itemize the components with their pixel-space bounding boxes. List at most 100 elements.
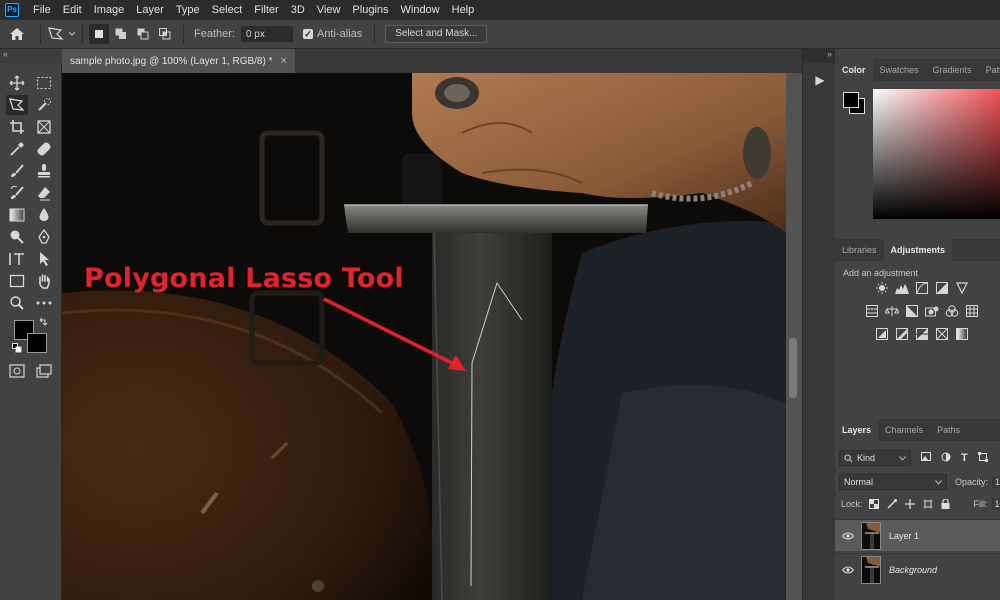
filter-pixel-button[interactable] (921, 452, 931, 464)
quick-selection-tool[interactable] (33, 95, 55, 115)
filter-shape-button[interactable] (977, 451, 988, 465)
tab-paths[interactable]: Paths (930, 419, 967, 441)
close-icon[interactable]: × (280, 55, 286, 67)
tab-swatches[interactable]: Swatches (873, 59, 926, 81)
menu-layer[interactable]: Layer (130, 0, 170, 20)
channel-mixer-icon[interactable] (945, 304, 959, 318)
subtract-from-selection-button[interactable] (133, 24, 153, 44)
lock-all-icon[interactable] (941, 499, 950, 509)
opacity-input[interactable]: 10 (992, 476, 1000, 488)
lock-position-icon[interactable] (904, 499, 915, 509)
tab-gradients[interactable]: Gradients (926, 59, 979, 81)
hue-saturation-icon[interactable] (865, 304, 879, 318)
rectangle-tool[interactable] (6, 271, 28, 291)
blend-mode-dropdown[interactable]: Normal (839, 474, 947, 490)
move-tool[interactable] (6, 73, 28, 93)
tab-adjustments[interactable]: Adjustments (883, 239, 953, 261)
crop-tool[interactable] (6, 117, 28, 137)
layer-row-layer-1[interactable]: Layer 1 (835, 519, 1000, 551)
play-icon[interactable]: ▶ (811, 71, 829, 89)
clone-stamp-tool[interactable] (33, 161, 55, 181)
color-picker-field[interactable] (873, 89, 1000, 219)
color-balance-icon[interactable] (885, 304, 899, 318)
add-to-selection-button[interactable] (111, 24, 131, 44)
type-tool[interactable] (6, 249, 28, 269)
background-color-swatch[interactable] (27, 333, 47, 353)
invert-icon[interactable] (875, 327, 889, 341)
black-white-icon[interactable] (905, 304, 919, 318)
swap-colors-button[interactable] (38, 317, 48, 331)
hand-tool[interactable] (33, 271, 55, 291)
select-and-mask-button[interactable]: Select and Mask... (385, 25, 488, 43)
tool-preset-picker[interactable] (47, 26, 76, 42)
exposure-icon[interactable] (935, 281, 949, 295)
color-lookup-icon[interactable] (965, 304, 979, 318)
menu-select[interactable]: Select (206, 0, 249, 20)
menu-3d[interactable]: 3D (285, 0, 311, 20)
threshold-icon[interactable] (915, 327, 929, 341)
polygonal-lasso-tool[interactable] (6, 95, 28, 115)
zoom-tool[interactable] (6, 293, 28, 313)
selective-color-icon[interactable] (935, 327, 949, 341)
menu-file[interactable]: File (27, 0, 57, 20)
visibility-eye-icon[interactable] (835, 529, 861, 543)
menu-view[interactable]: View (311, 0, 347, 20)
home-button[interactable] (0, 27, 34, 41)
fill-input[interactable]: 10 (991, 498, 1000, 510)
intersect-selection-button[interactable] (155, 24, 175, 44)
photoshop-logo-icon[interactable]: Ps (5, 3, 19, 17)
menu-edit[interactable]: Edit (57, 0, 88, 20)
menu-image[interactable]: Image (88, 0, 131, 20)
eraser-tool[interactable] (33, 183, 55, 203)
layer-kind-dropdown[interactable]: Kind (839, 450, 911, 466)
vibrance-icon[interactable] (955, 281, 969, 295)
toolbar-collapse-button[interactable]: « (0, 49, 62, 63)
blur-tool[interactable] (33, 205, 55, 225)
menu-help[interactable]: Help (446, 0, 481, 20)
layer-row-background[interactable]: Background (835, 553, 1000, 585)
curves-icon[interactable] (915, 281, 929, 295)
document-tab[interactable]: sample photo.jpg @ 100% (Layer 1, RGB/8)… (62, 49, 295, 73)
tab-layers[interactable]: Layers (835, 419, 879, 441)
scrollbar-thumb[interactable] (789, 338, 797, 398)
color-foreground-swatch[interactable] (843, 92, 859, 108)
new-selection-button[interactable] (89, 24, 109, 44)
path-selection-tool[interactable] (33, 249, 55, 269)
menu-type[interactable]: Type (170, 0, 206, 20)
document-canvas[interactable]: Polygonal Lasso Tool (62, 73, 786, 600)
screen-mode-button[interactable] (33, 361, 55, 381)
healing-brush-tool[interactable] (33, 139, 55, 159)
filter-type-icon[interactable]: T (961, 452, 968, 464)
photo-filter-icon[interactable] (925, 304, 939, 318)
pen-tool[interactable] (33, 227, 55, 247)
history-brush-tool[interactable] (6, 183, 28, 203)
tab-channels[interactable]: Channels (878, 419, 930, 441)
dodge-tool[interactable] (6, 227, 28, 247)
gradient-tool[interactable] (6, 205, 28, 225)
posterize-icon[interactable] (895, 327, 909, 341)
menu-filter[interactable]: Filter (248, 0, 284, 20)
brightness-contrast-icon[interactable] (875, 281, 889, 295)
lock-artboard-icon[interactable] (922, 499, 933, 509)
eyedropper-tool[interactable] (6, 139, 28, 159)
panel-expand-button[interactable]: » (803, 49, 836, 63)
frame-tool[interactable] (33, 117, 55, 137)
quick-mask-button[interactable] (6, 361, 28, 381)
feather-input[interactable] (240, 26, 293, 42)
rectangular-marquee-tool[interactable] (33, 73, 55, 93)
tab-patterns[interactable]: Patte (979, 59, 1000, 81)
tab-libraries[interactable]: Libraries (835, 239, 884, 261)
filter-adjustment-button[interactable] (941, 452, 951, 465)
lock-transparent-icon[interactable] (868, 499, 879, 509)
brush-tool[interactable] (6, 161, 28, 181)
tab-color[interactable]: Color (835, 59, 873, 81)
lock-pixels-icon[interactable] (886, 499, 897, 509)
vertical-scrollbar[interactable] (786, 73, 800, 600)
levels-icon[interactable] (895, 281, 909, 295)
more-tools-button[interactable] (33, 293, 55, 313)
visibility-eye-icon[interactable] (835, 563, 861, 577)
menu-window[interactable]: Window (395, 0, 446, 20)
default-colors-button[interactable] (12, 343, 22, 356)
menu-plugins[interactable]: Plugins (346, 0, 394, 20)
antialias-checkbox[interactable]: ✓ Anti-alias (302, 28, 362, 40)
